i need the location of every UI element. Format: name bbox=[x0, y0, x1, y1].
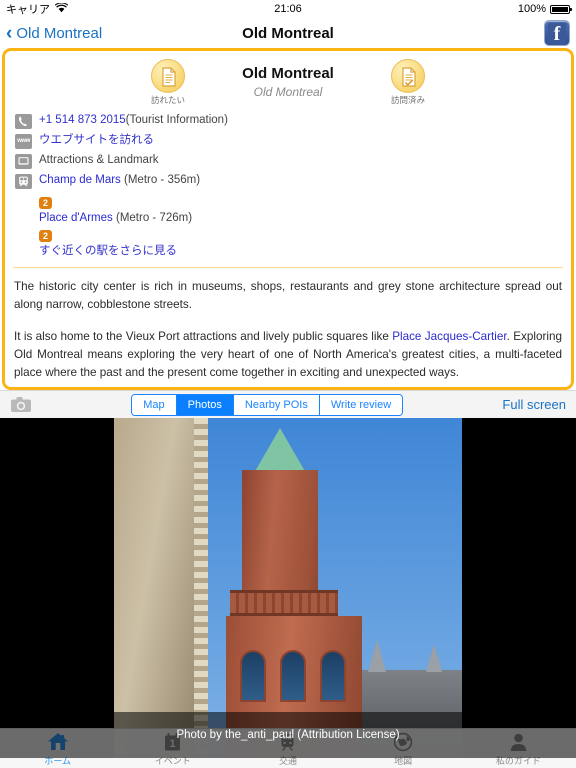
description-inline-link[interactable]: Place Jacques-Cartier bbox=[392, 330, 506, 343]
app-root: キャリア 21:06 100% ‹ Old Montreal Old Montr… bbox=[0, 0, 576, 768]
category-row: Attractions & Landmark bbox=[15, 153, 571, 169]
station-name[interactable]: Champ de Mars bbox=[39, 174, 121, 186]
website-row[interactable]: www ウエブサイトを訪れる bbox=[15, 133, 571, 149]
wifi-icon bbox=[54, 1, 69, 16]
photo-viewer[interactable]: Photo by the_anti_paul (Attribution Lice… bbox=[0, 418, 576, 758]
poi-title-block: Old Montreal Old Montreal bbox=[213, 59, 363, 99]
battery-icon bbox=[550, 4, 572, 14]
chevron-left-icon: ‹ bbox=[6, 22, 13, 44]
visited-button[interactable]: 訪問済み bbox=[377, 59, 439, 105]
station-detail: (Metro - 356m) bbox=[124, 174, 201, 186]
www-icon: www bbox=[15, 134, 32, 149]
tab-nearby-pois[interactable]: Nearby POIs bbox=[233, 394, 320, 415]
tab-photos[interactable]: Photos bbox=[176, 394, 234, 415]
description-paragraph-2: It is also home to the Vieux Port attrac… bbox=[14, 330, 562, 379]
photo-image[interactable] bbox=[114, 418, 462, 758]
phone-link[interactable]: +1 514 873 2015 bbox=[39, 114, 126, 126]
phone-icon bbox=[15, 114, 32, 129]
note-add-icon bbox=[151, 59, 185, 93]
want-to-visit-label: 訪れたい bbox=[150, 95, 185, 105]
poi-local-name: Old Montreal bbox=[253, 85, 323, 99]
photo-cornice bbox=[230, 590, 338, 616]
status-bar: キャリア 21:06 100% bbox=[0, 0, 576, 18]
photo-caption: Photo by the_anti_paul (Attribution Lice… bbox=[0, 712, 576, 758]
detail-card-wrapper: 訪れたい Old Montreal Old Montreal 訪問済み +1 5… bbox=[0, 48, 576, 390]
facebook-icon[interactable]: f bbox=[544, 20, 570, 46]
station-name[interactable]: Place d'Armes bbox=[39, 212, 113, 224]
visited-label: 訪問済み bbox=[390, 95, 425, 105]
poi-description: The historic city center is rich in muse… bbox=[5, 268, 571, 382]
station-detail: (Metro - 726m) bbox=[115, 212, 193, 224]
tab-map[interactable]: Map bbox=[132, 394, 177, 415]
view-segmented-control[interactable]: Map Photos Nearby POIs Write review bbox=[131, 393, 404, 416]
nav-bar: ‹ Old Montreal Old Montreal f bbox=[0, 18, 576, 48]
want-to-visit-button[interactable]: 訪れたい bbox=[137, 59, 199, 105]
poi-info-list: +1 514 873 2015(Tourist Information) www… bbox=[5, 111, 571, 265]
carrier-label: キャリア bbox=[6, 4, 50, 16]
note-check-icon bbox=[391, 59, 425, 93]
website-link[interactable]: ウエブサイトを訪れる bbox=[39, 133, 154, 148]
transit-row: Champ de Mars (Metro - 356m) bbox=[15, 173, 571, 189]
facebook-glyph: f bbox=[548, 23, 566, 45]
station-line-badge: 2 bbox=[39, 230, 52, 242]
photo-window bbox=[320, 650, 346, 702]
camera-icon[interactable] bbox=[10, 396, 32, 413]
train-icon bbox=[15, 174, 32, 189]
description-paragraph-1: The historic city center is rich in muse… bbox=[14, 280, 562, 311]
fullscreen-button[interactable]: Full screen bbox=[502, 397, 566, 412]
status-left: キャリア bbox=[6, 1, 69, 17]
poi-name: Old Montreal bbox=[242, 65, 334, 82]
station-2-badge-row: 2 bbox=[39, 226, 571, 244]
category-label: Attractions & Landmark bbox=[39, 154, 159, 166]
status-right: 100% bbox=[517, 3, 572, 15]
station-1-badge-row: 2 bbox=[39, 193, 571, 211]
photo-toolbar: Map Photos Nearby POIs Write review Full… bbox=[0, 390, 576, 418]
transit-second-station[interactable]: Place d'Armes (Metro - 726m) bbox=[39, 211, 571, 226]
photo-window bbox=[280, 650, 306, 702]
phone-row-text: +1 514 873 2015(Tourist Information) bbox=[39, 113, 228, 128]
phone-row[interactable]: +1 514 873 2015(Tourist Information) bbox=[15, 113, 571, 129]
more-stations-link[interactable]: すぐ近くの駅をさらに見る bbox=[39, 244, 571, 259]
poi-header: 訪れたい Old Montreal Old Montreal 訪問済み bbox=[5, 51, 571, 111]
photo-window bbox=[240, 650, 266, 702]
back-button-label: Old Montreal bbox=[16, 24, 103, 42]
phone-suffix: (Tourist Information) bbox=[125, 114, 228, 126]
station-line-badge: 2 bbox=[39, 197, 52, 209]
back-button[interactable]: ‹ Old Montreal bbox=[6, 24, 102, 43]
photo-left-building bbox=[114, 418, 208, 758]
status-time: 21:06 bbox=[274, 3, 302, 15]
detail-card: 訪れたい Old Montreal Old Montreal 訪問済み +1 5… bbox=[2, 48, 574, 390]
monitor-icon bbox=[15, 154, 32, 169]
transit-first-station[interactable]: Champ de Mars (Metro - 356m) bbox=[39, 173, 200, 188]
battery-percent-label: 100% bbox=[517, 3, 546, 15]
tab-write-review[interactable]: Write review bbox=[319, 394, 403, 415]
